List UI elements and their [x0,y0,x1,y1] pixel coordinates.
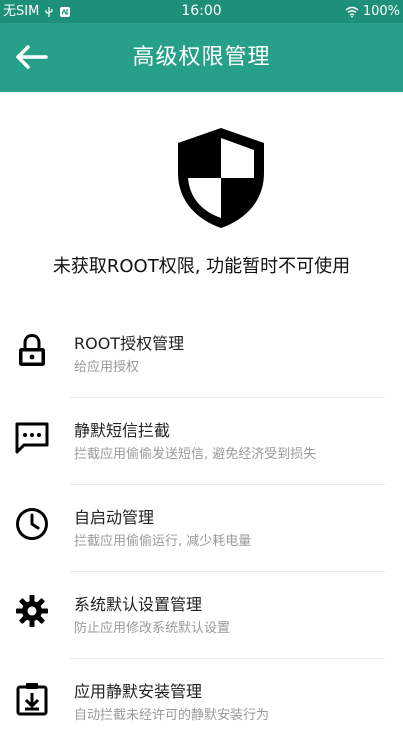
list-item-root-auth[interactable]: ROOT授权管理 给应用授权 [0,310,403,397]
list-item-default-settings[interactable]: 系统默认设置管理 防止应用修改系统默认设置 [0,571,403,658]
wifi-icon [345,6,359,18]
feature-list: ROOT授权管理 给应用授权 静默短信拦截 拦截应用偷偷发送短信, 避免经济受到… [0,310,403,745]
list-item-silent-install[interactable]: 应用静默安装管理 自动拦截未经许可的静默安装行为 [0,658,403,745]
shield-icon [178,128,264,228]
app-bar: 高级权限管理 [0,23,403,92]
gear-icon [16,595,48,627]
list-item-title: 静默短信拦截 [74,421,171,440]
page-title: 高级权限管理 [132,45,271,70]
status-bar: 无SIM 16:00 100% [0,0,403,23]
status-right: 100% [345,0,400,23]
list-item-title: 应用静默安装管理 [74,682,203,701]
status-time: 16:00 [181,3,222,19]
list-item-title: ROOT授权管理 [74,334,185,353]
clock-icon [16,508,48,540]
list-item-title: 系统默认设置管理 [74,595,203,614]
lock-icon [19,333,45,366]
list-item-subtitle: 防止应用修改系统默认设置 [74,621,231,636]
battery-label: 100% [362,4,400,19]
list-item-title: 自启动管理 [74,508,155,527]
list-item-subtitle: 拦截应用偷偷发送短信, 避免经济受到损失 [74,447,317,462]
list-item-subtitle: 拦截应用偷偷运行, 减少耗电量 [74,534,252,549]
install-icon [16,683,48,716]
root-status-message: 未获取ROOT权限, 功能暂时不可使用 [52,256,351,277]
message-icon [15,422,49,454]
list-item-sms-block[interactable]: 静默短信拦截 拦截应用偷偷发送短信, 避免经济受到损失 [0,397,403,484]
list-item-autostart[interactable]: 自启动管理 拦截应用偷偷运行, 减少耗电量 [0,484,403,571]
list-item-subtitle: 给应用授权 [74,360,140,375]
